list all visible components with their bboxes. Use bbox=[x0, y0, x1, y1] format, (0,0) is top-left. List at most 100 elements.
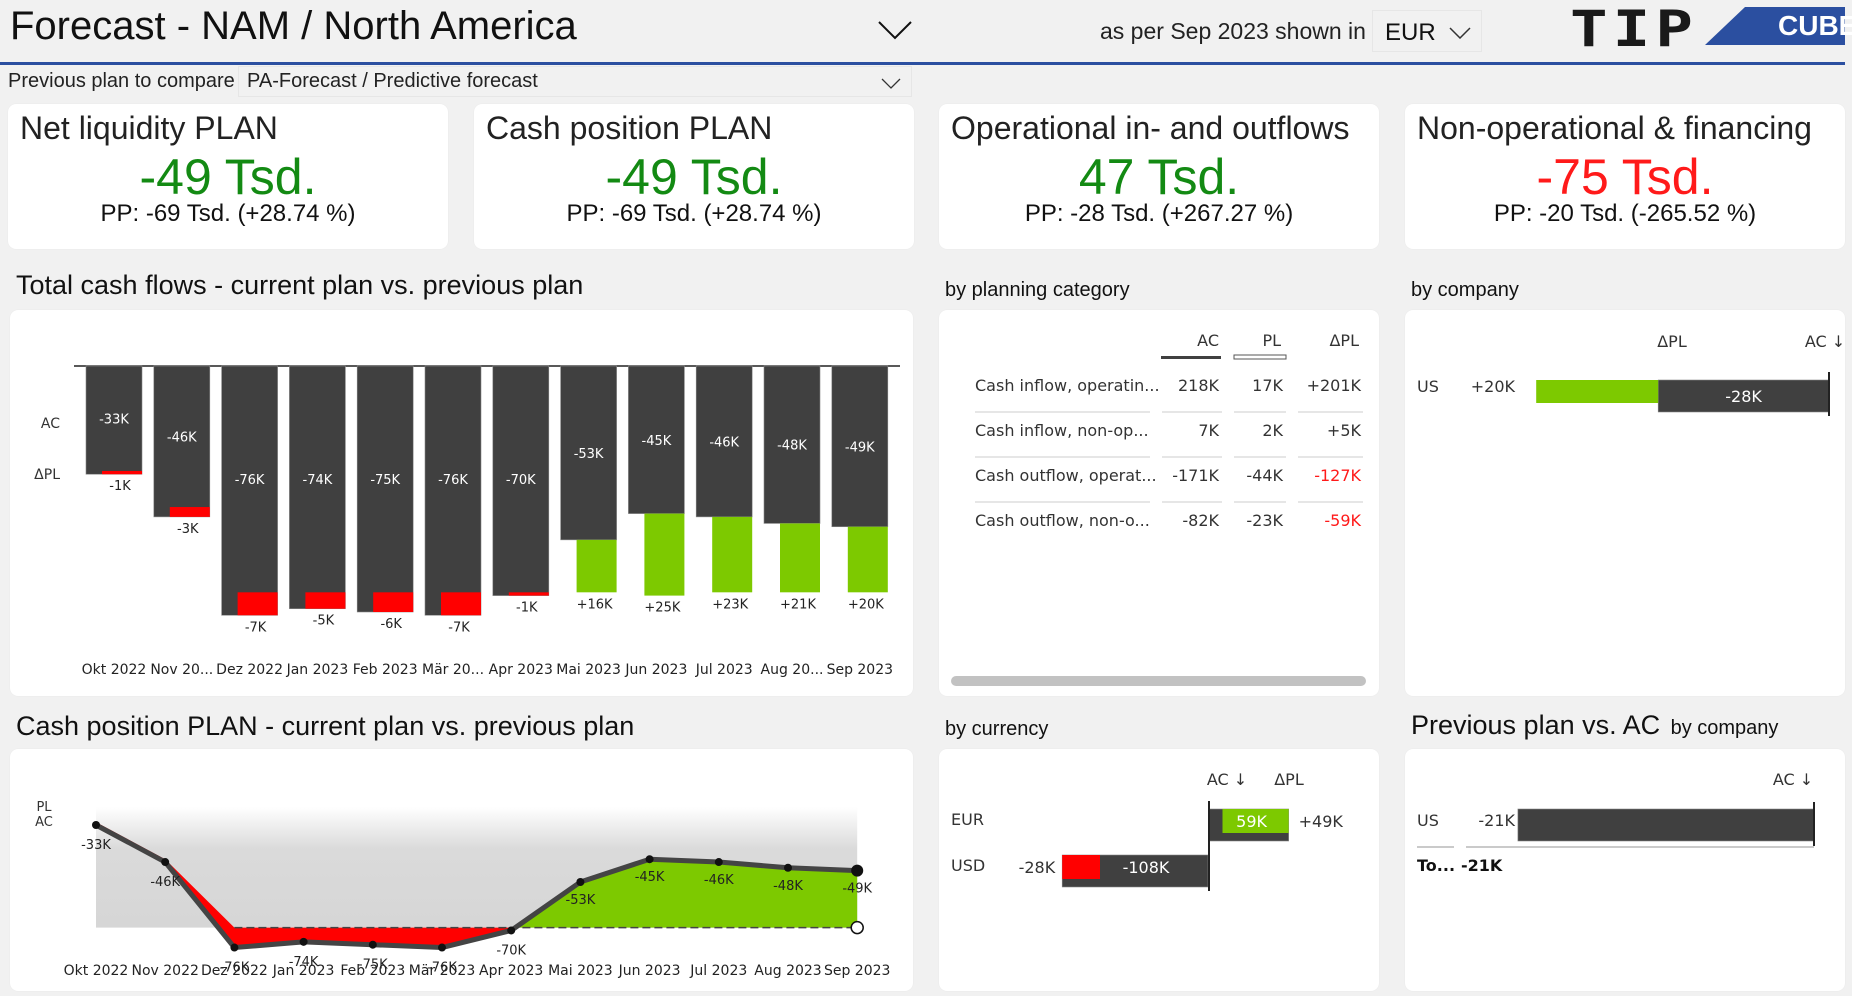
cell-ac: -171K bbox=[1172, 466, 1219, 485]
cell-pl: -44K bbox=[1246, 466, 1283, 485]
header-divider bbox=[0, 62, 1845, 65]
row-label: Cash inflow, operatin... bbox=[975, 376, 1160, 395]
company-card: ΔPL AC ↓ US +20K -28K bbox=[1405, 310, 1845, 696]
by-company-title: by company bbox=[1411, 279, 1519, 301]
x-tick-label: Jul 2023 bbox=[689, 963, 747, 979]
delta-label: +16K bbox=[577, 597, 613, 612]
x-tick-label: Sep 2023 bbox=[827, 662, 893, 678]
delta-bar bbox=[1062, 855, 1100, 879]
kpi-previous-plan: PP: -20 Tsd. (-265.52 %) bbox=[1493, 200, 1757, 227]
ac-label: -33K bbox=[99, 412, 129, 427]
x-tick-label: Jun 2023 bbox=[618, 963, 681, 979]
prev-plan-vs-ac-title: Previous plan vs. AC by company bbox=[1411, 710, 1778, 741]
delta-label: -5K bbox=[313, 614, 335, 629]
delta-label: -1K bbox=[516, 601, 538, 616]
x-tick-label: Dez 2022 bbox=[216, 662, 283, 678]
delta-label: +49K bbox=[1299, 812, 1344, 831]
kpi-previous-plan: PP: -69 Tsd. (+28.74 %) bbox=[566, 200, 822, 227]
delta-bar bbox=[169, 507, 210, 517]
prev-plan-vs-ac-sub: by company bbox=[1670, 717, 1779, 739]
by-currency-title: by currency bbox=[945, 718, 1049, 740]
horizontal-scrollbar[interactable] bbox=[951, 676, 1366, 686]
row-label: US bbox=[1417, 811, 1439, 830]
ac-label: -45K bbox=[642, 434, 672, 449]
chevron-down-icon bbox=[881, 78, 901, 89]
row-label-delta: ΔPL bbox=[34, 467, 60, 483]
pl-legend-bar bbox=[1233, 354, 1287, 360]
cell-ac: 218K bbox=[1178, 376, 1220, 395]
delta-label: -28K bbox=[1019, 858, 1056, 877]
col-header-ac: AC bbox=[1197, 331, 1219, 350]
delta-bar bbox=[1536, 380, 1659, 403]
ac-label: -76K bbox=[438, 473, 468, 488]
delta-bar bbox=[237, 592, 278, 616]
pl-end-point bbox=[850, 920, 864, 935]
row-label: US bbox=[1417, 377, 1439, 396]
ac-point bbox=[576, 878, 585, 886]
cell-dpl: -127K bbox=[1314, 466, 1361, 485]
currency-dropdown[interactable]: EUR bbox=[1372, 10, 1482, 52]
delta-bar bbox=[373, 592, 414, 612]
cell-dpl: -59K bbox=[1324, 511, 1361, 530]
currency-value: EUR bbox=[1385, 19, 1436, 46]
kpi-card-operational: Operational in- and outflows 47 Tsd. PP:… bbox=[939, 104, 1379, 249]
x-tick-label: Aug 2023 bbox=[754, 963, 821, 979]
currency-card: AC ↓ ΔPL EUR 59K +49K USD -108K -28K bbox=[939, 749, 1379, 991]
ac-label: -76K bbox=[235, 473, 265, 488]
title-dropdown-button[interactable] bbox=[875, 10, 915, 50]
data-label: -53K bbox=[566, 893, 596, 908]
ac-label: -74K bbox=[303, 473, 333, 488]
total-cash-flows-title: Total cash flows - current plan vs. prev… bbox=[16, 270, 584, 300]
col-header-pl: PL bbox=[1262, 331, 1281, 350]
delta-label: +25K bbox=[644, 601, 680, 616]
x-tick-label: Okt 2022 bbox=[64, 963, 129, 979]
cell-ac: 7K bbox=[1198, 421, 1219, 440]
delta-label: +20K bbox=[848, 597, 884, 612]
cell-pl: 17K bbox=[1252, 376, 1283, 395]
row-label-ac: AC bbox=[41, 416, 60, 432]
ac-label: 59K bbox=[1236, 812, 1267, 831]
ac-bar bbox=[424, 365, 482, 616]
logo-cube: CUBE bbox=[1778, 10, 1852, 41]
x-tick-label: Jan 2023 bbox=[272, 963, 335, 979]
prev-plan-vs-ac-main: Previous plan vs. AC bbox=[1411, 710, 1661, 740]
ac-point bbox=[851, 864, 864, 877]
cell-pl: 2K bbox=[1262, 421, 1283, 440]
data-label: -70K bbox=[496, 943, 526, 958]
compare-plan-dropdown[interactable]: PA-Forecast / Predictive forecast bbox=[238, 66, 912, 97]
row-label: USD bbox=[951, 856, 985, 875]
delta-label: +23K bbox=[712, 597, 748, 612]
row-label: Cash inflow, non-op... bbox=[975, 421, 1149, 440]
legend-pl: PL bbox=[36, 800, 52, 815]
x-tick-label: Mai 2023 bbox=[548, 963, 613, 979]
ac-point bbox=[784, 863, 792, 872]
x-tick-label: Mär 2023 bbox=[409, 963, 476, 979]
col-header-dpl: ΔPL bbox=[1657, 332, 1687, 351]
prev-plan-card: AC ↓ US -21K To... -21K bbox=[1405, 749, 1845, 991]
ac-point bbox=[92, 821, 100, 829]
kpi-value: -49 Tsd. bbox=[605, 149, 783, 205]
ac-bar bbox=[221, 365, 278, 616]
x-tick-label: Apr 2023 bbox=[479, 963, 543, 979]
x-tick-label: Apr 2023 bbox=[489, 662, 553, 678]
x-tick-label: Feb 2023 bbox=[353, 662, 418, 678]
delta-bar bbox=[780, 523, 820, 593]
cash-position-title: Cash position PLAN - current plan vs. pr… bbox=[16, 711, 635, 741]
col-header-dpl: ΔPL bbox=[1329, 331, 1359, 350]
delta-bar bbox=[441, 592, 481, 616]
ac-legend-bar bbox=[1161, 356, 1221, 359]
by-planning-category-title: by planning category bbox=[945, 279, 1130, 301]
kpi-card-cash-position: Cash position PLAN -49 Tsd. PP: -69 Tsd.… bbox=[474, 104, 914, 249]
company-chart: ΔPL AC ↓ US +20K -28K bbox=[1417, 332, 1845, 416]
ac-point bbox=[714, 858, 723, 867]
kpi-title: Cash position PLAN bbox=[486, 110, 773, 146]
x-tick-label: Nov 20... bbox=[150, 662, 213, 678]
x-tick-label: Mär 20... bbox=[422, 662, 484, 678]
kpi-value: -75 Tsd. bbox=[1536, 149, 1714, 205]
ac-point bbox=[230, 943, 239, 952]
x-tick-label: Feb 2023 bbox=[340, 963, 405, 979]
planning-category-table: AC PL ΔPL Cash inflow, operatin... 218K 17K +2… bbox=[951, 331, 1366, 686]
x-tick-label: Jan 2023 bbox=[286, 662, 349, 678]
ac-point bbox=[368, 940, 377, 949]
delta-bar bbox=[712, 516, 753, 593]
